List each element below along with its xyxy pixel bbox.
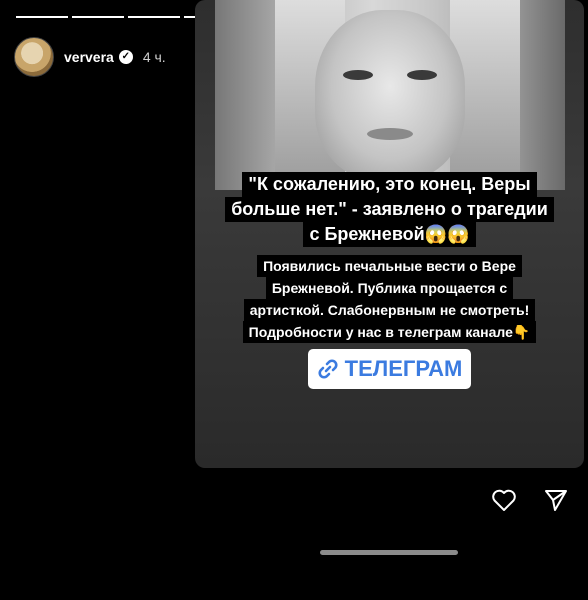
link-icon: [318, 359, 338, 379]
story-body-text: Появились печальные вести о Вере Брежнев…: [195, 255, 584, 343]
share-button[interactable]: [542, 486, 570, 514]
story-photo: [215, 0, 565, 190]
photo-eye-left: [343, 70, 373, 80]
heart-icon: [492, 489, 516, 511]
like-button[interactable]: [490, 486, 518, 514]
headline-line: "К сожалению, это конец. Веры: [242, 172, 537, 197]
progress-fill: [128, 16, 180, 18]
progress-segment: [128, 16, 180, 18]
progress-segment: [16, 16, 68, 18]
avatar[interactable]: [14, 37, 54, 77]
home-indicator[interactable]: [320, 550, 458, 555]
post-time: 4 ч.: [142, 49, 166, 65]
photo-lips: [367, 128, 413, 140]
body-line: артисткой. Слабонервным не смотреть!: [243, 299, 536, 321]
story-actions: [490, 486, 570, 514]
verified-badge-icon: ✓: [118, 50, 133, 64]
body-line: Подробности у нас в телеграм канале👇: [242, 321, 537, 343]
story-card[interactable]: "К сожалению, это конец. Веры больше нет…: [195, 0, 584, 468]
telegram-link-sticker[interactable]: ТЕЛЕГРАМ: [308, 349, 471, 389]
photo-eye-right: [407, 70, 437, 80]
body-line: Брежневой. Публика прощается с: [265, 277, 514, 299]
progress-fill: [16, 16, 68, 18]
progress-segment: [72, 16, 124, 18]
headline-line: больше нет." - заявлено о трагедии: [225, 197, 554, 222]
headline-line: с Брежневой😱😱: [303, 222, 476, 247]
headline-quote: "К сожалению, это конец. Веры больше нет…: [195, 172, 584, 247]
username[interactable]: ververa: [64, 49, 114, 65]
photo-face: [315, 10, 465, 180]
send-icon: [545, 490, 567, 511]
progress-fill: [72, 16, 124, 18]
body-line: Появились печальные вести о Вере: [257, 255, 522, 277]
telegram-link-label: ТЕЛЕГРАМ: [344, 356, 463, 381]
